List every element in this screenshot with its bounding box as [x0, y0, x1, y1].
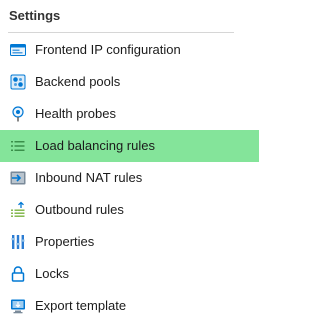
menu-item-frontend-ip-configuration[interactable]: Frontend IP configuration [0, 34, 259, 66]
frontend-ip-icon [9, 41, 27, 59]
menu-item-load-balancing-rules[interactable]: Load balancing rules [0, 130, 259, 162]
menu-item-label: Outbound rules [35, 202, 124, 217]
load-balancing-rules-icon [9, 137, 27, 155]
menu-item-properties[interactable]: Properties [0, 226, 259, 258]
backend-pools-icon [9, 73, 27, 91]
menu-item-label: Backend pools [35, 74, 121, 89]
outbound-rules-icon [9, 201, 27, 219]
menu-item-inbound-nat-rules[interactable]: Inbound NAT rules [0, 162, 259, 194]
export-template-icon [9, 297, 27, 315]
inbound-nat-icon [9, 169, 27, 187]
menu-item-locks[interactable]: Locks [0, 258, 259, 290]
settings-menu: Frontend IP configuration Backend pools … [0, 34, 259, 322]
menu-item-label: Health probes [35, 106, 116, 121]
menu-item-label: Inbound NAT rules [35, 170, 143, 185]
health-probe-icon [9, 105, 27, 123]
menu-item-label: Properties [35, 234, 95, 249]
menu-item-outbound-rules[interactable]: Outbound rules [0, 194, 259, 226]
menu-item-label: Locks [35, 266, 69, 281]
menu-item-export-template[interactable]: Export template [0, 290, 259, 322]
properties-icon [9, 233, 27, 251]
settings-section-title: Settings [9, 8, 61, 23]
menu-item-label: Export template [35, 298, 127, 313]
menu-item-backend-pools[interactable]: Backend pools [0, 66, 259, 98]
menu-item-label: Frontend IP configuration [35, 42, 181, 57]
settings-divider [8, 32, 234, 33]
menu-item-label: Load balancing rules [35, 138, 155, 153]
menu-item-health-probes[interactable]: Health probes [0, 98, 259, 130]
lock-icon [9, 265, 27, 283]
